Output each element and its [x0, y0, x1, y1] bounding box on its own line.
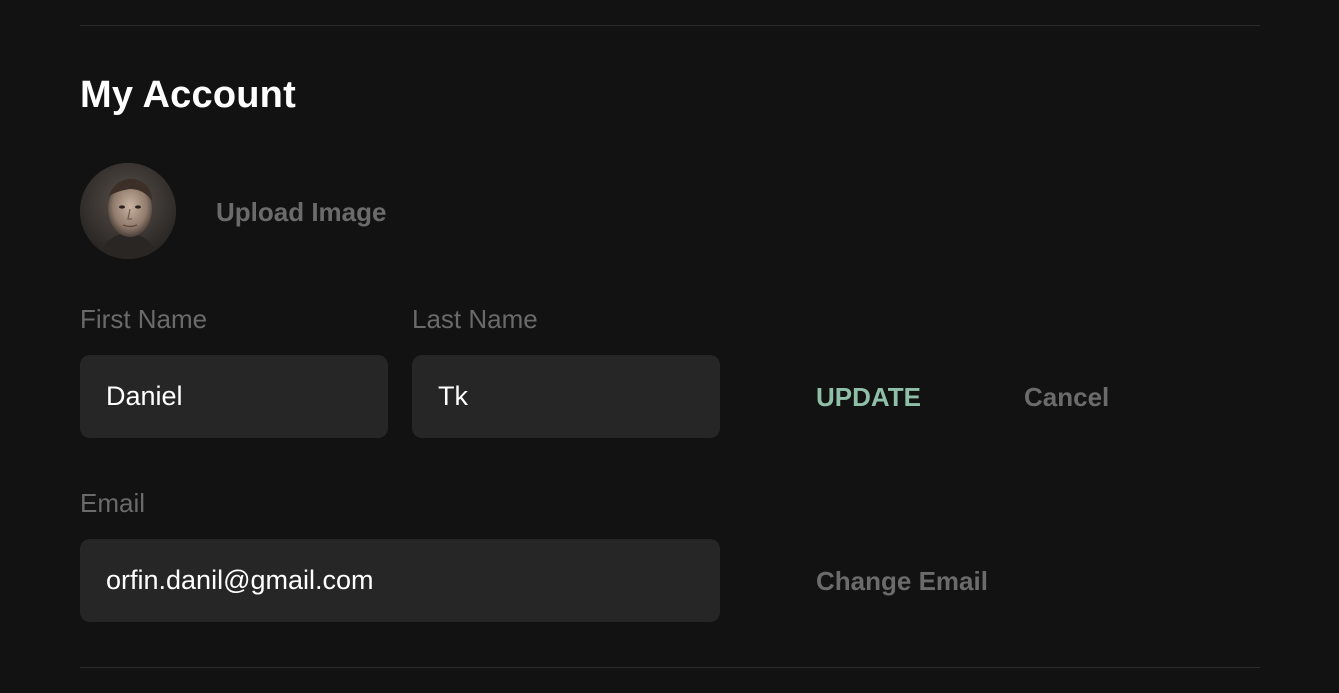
- email-label: Email: [80, 488, 146, 518]
- top-divider: [80, 25, 1260, 26]
- update-button[interactable]: UPDATE: [816, 381, 921, 413]
- upload-image-button[interactable]: Upload Image: [216, 196, 386, 228]
- page-title: My Account: [80, 74, 296, 116]
- last-name-label: Last Name: [412, 304, 538, 334]
- email-input[interactable]: orfin.danil@gmail.com: [80, 539, 720, 622]
- first-name-input[interactable]: Daniel: [80, 355, 388, 438]
- cancel-button[interactable]: Cancel: [1024, 381, 1109, 413]
- change-email-button[interactable]: Change Email: [816, 565, 988, 597]
- last-name-input[interactable]: Tk: [412, 355, 720, 438]
- avatar[interactable]: [80, 163, 176, 259]
- first-name-label: First Name: [80, 304, 208, 334]
- account-settings-page: My Account Upload Image First Name Last …: [0, 0, 1339, 693]
- bottom-divider: [80, 667, 1260, 668]
- avatar-photo: [80, 163, 176, 259]
